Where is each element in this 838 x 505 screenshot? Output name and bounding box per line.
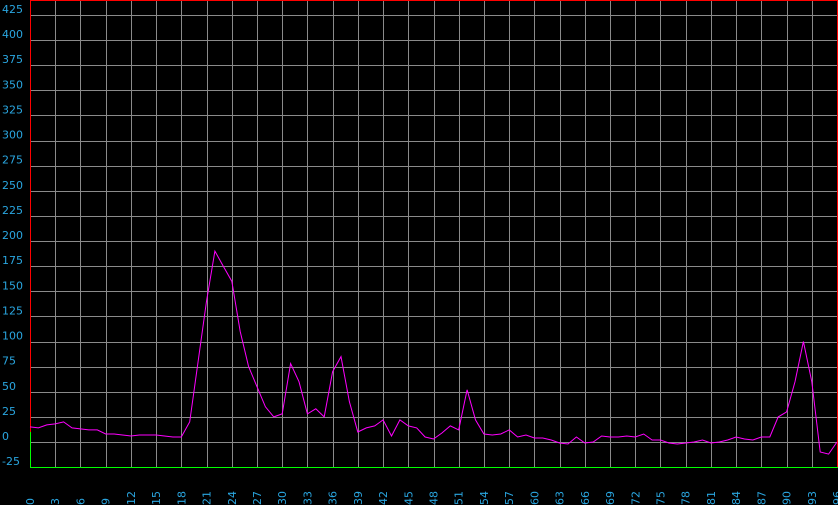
y-tick-label: 425: [2, 3, 23, 16]
x-tick-label: 42: [377, 491, 390, 505]
x-tick-label: 75: [654, 491, 667, 505]
y-tick-label: 250: [2, 179, 23, 192]
x-tick-label: 96: [831, 491, 838, 505]
x-tick-label: 93: [806, 491, 819, 505]
x-tick-label: 72: [629, 491, 642, 505]
x-tick-label: 27: [251, 491, 264, 505]
y-tick-label: 100: [2, 330, 23, 343]
x-tick-label: 54: [478, 491, 491, 505]
x-tick-label: 69: [604, 491, 617, 505]
x-tick-label: 0: [24, 498, 37, 505]
x-tick-label: 57: [503, 491, 516, 505]
x-tick-label: 15: [150, 491, 163, 505]
y-tick-label: 175: [2, 254, 23, 267]
x-tick-label: 21: [201, 491, 214, 505]
x-tick-label: 3: [49, 498, 62, 505]
x-tick-label: 66: [579, 491, 592, 505]
y-tick-label: 400: [2, 28, 23, 41]
x-tick-label: 12: [125, 491, 138, 505]
x-tick-label: 39: [352, 491, 365, 505]
x-tick-label: 51: [453, 491, 466, 505]
x-tick-label: 45: [402, 491, 415, 505]
plot-background: [0, 0, 838, 505]
y-tick-label: 300: [2, 129, 23, 142]
x-tick-label: 36: [327, 491, 340, 505]
y-tick-label: 125: [2, 304, 23, 317]
y-tick-label: -25: [2, 455, 20, 468]
y-tick-label: 25: [2, 405, 16, 418]
x-tick-label: 87: [755, 491, 768, 505]
x-tick-label: 60: [528, 491, 541, 505]
y-tick-label: 350: [2, 78, 23, 91]
line-chart: -250255075100125150175200225250275300325…: [0, 0, 838, 505]
y-tick-label: 375: [2, 53, 23, 66]
x-tick-label: 90: [781, 491, 794, 505]
x-tick-label: 18: [175, 491, 188, 505]
y-tick-label: 0: [2, 430, 9, 443]
x-tick-label: 48: [428, 491, 441, 505]
y-tick-label: 275: [2, 154, 23, 167]
y-tick-label: 50: [2, 380, 16, 393]
y-tick-label: 75: [2, 355, 16, 368]
x-tick-label: 30: [276, 491, 289, 505]
y-tick-label: 325: [2, 103, 23, 116]
x-tick-label: 63: [554, 491, 567, 505]
x-tick-label: 9: [100, 498, 113, 505]
y-tick-label: 200: [2, 229, 23, 242]
x-tick-label: 24: [226, 491, 239, 505]
x-tick-label: 6: [74, 498, 87, 505]
x-tick-label: 81: [705, 491, 718, 505]
y-tick-label: 225: [2, 204, 23, 217]
y-tick-label: 150: [2, 279, 23, 292]
x-tick-label: 33: [301, 491, 314, 505]
x-tick-label: 84: [730, 491, 743, 505]
x-tick-label: 78: [680, 491, 693, 505]
